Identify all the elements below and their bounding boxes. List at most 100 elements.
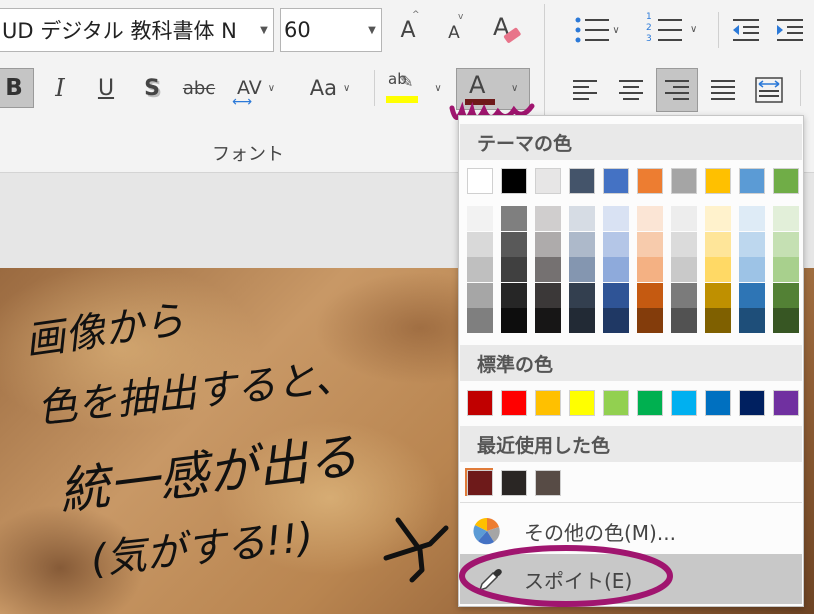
caret-down-icon: v — [458, 12, 464, 22]
theme-shade-swatch[interactable] — [501, 257, 527, 283]
standard-color-swatch[interactable] — [773, 390, 799, 416]
theme-shade-swatch[interactable] — [569, 231, 595, 257]
theme-shade-swatch[interactable] — [569, 257, 595, 283]
theme-color-swatch[interactable] — [739, 168, 765, 194]
theme-shade-swatch[interactable] — [773, 282, 799, 308]
theme-shade-swatch[interactable] — [637, 257, 663, 283]
italic-button[interactable]: I — [42, 68, 78, 108]
theme-shade-swatch[interactable] — [569, 308, 595, 334]
standard-color-swatch[interactable] — [467, 390, 493, 416]
theme-color-swatch[interactable] — [637, 168, 663, 194]
theme-shade-swatch[interactable] — [501, 308, 527, 334]
change-case-button[interactable]: Aa ∨ — [300, 68, 360, 108]
underline-label: U — [97, 75, 115, 101]
theme-shade-swatch[interactable] — [773, 231, 799, 257]
distributed-button[interactable] — [750, 70, 788, 110]
decrease-indent-button[interactable] — [728, 10, 764, 50]
font-size-combo[interactable]: 60 ▼ — [280, 8, 382, 52]
theme-shade-swatch[interactable] — [535, 308, 561, 334]
increase-indent-button[interactable] — [772, 10, 808, 50]
standard-color-swatch[interactable] — [637, 390, 663, 416]
standard-color-swatch[interactable] — [705, 390, 731, 416]
numbering-button[interactable]: 1 2 3 ∨ — [644, 10, 704, 50]
theme-shade-swatch[interactable] — [705, 206, 731, 231]
recent-color-swatch[interactable] — [535, 470, 561, 496]
standard-color-swatch[interactable] — [501, 390, 527, 416]
theme-shade-swatch[interactable] — [637, 206, 663, 231]
underline-button[interactable]: U — [88, 68, 124, 108]
theme-shade-swatch[interactable] — [705, 308, 731, 334]
theme-shade-swatch[interactable] — [637, 231, 663, 257]
theme-shade-swatch[interactable] — [535, 231, 561, 257]
theme-shade-swatch[interactable] — [671, 231, 697, 257]
theme-shade-swatch[interactable] — [501, 206, 527, 231]
theme-shade-swatch[interactable] — [467, 257, 493, 283]
chevron-down-icon[interactable]: ▼ — [255, 25, 273, 36]
recent-color-swatch[interactable] — [501, 470, 527, 496]
standard-color-swatch[interactable] — [603, 390, 629, 416]
chevron-down-icon[interactable]: ∨ — [430, 80, 446, 96]
recent-color-swatch[interactable] — [467, 470, 493, 496]
theme-shade-swatch[interactable] — [637, 282, 663, 308]
theme-shade-swatch[interactable] — [569, 282, 595, 308]
chevron-down-icon[interactable]: ▼ — [363, 25, 381, 36]
theme-color-swatch[interactable] — [773, 168, 799, 194]
theme-shade-swatch[interactable] — [671, 206, 697, 231]
theme-shade-swatch[interactable] — [739, 231, 765, 257]
theme-shade-swatch[interactable] — [603, 231, 629, 257]
clear-formatting-button[interactable]: A — [488, 8, 528, 50]
theme-shade-swatch[interactable] — [535, 282, 561, 308]
theme-shade-swatch[interactable] — [569, 206, 595, 231]
theme-shade-swatch[interactable] — [671, 282, 697, 308]
theme-shade-swatch[interactable] — [739, 282, 765, 308]
align-right-button[interactable] — [656, 68, 698, 112]
justify-button[interactable] — [704, 70, 742, 110]
theme-color-swatch[interactable] — [569, 168, 595, 194]
theme-shade-swatch[interactable] — [501, 282, 527, 308]
theme-shade-swatch[interactable] — [671, 257, 697, 283]
align-center-button[interactable] — [612, 70, 650, 110]
grow-font-button[interactable]: A ^ — [392, 10, 424, 50]
theme-color-swatch[interactable] — [501, 168, 527, 194]
text-shadow-button[interactable]: S — [134, 68, 170, 108]
bullets-button[interactable]: ∨ — [566, 10, 626, 50]
standard-color-swatch[interactable] — [739, 390, 765, 416]
theme-color-swatch[interactable] — [603, 168, 629, 194]
theme-color-swatch[interactable] — [535, 168, 561, 194]
highlight-color-button[interactable]: ab ✎ — [382, 66, 422, 110]
strikethrough-button[interactable]: abc — [178, 68, 220, 108]
standard-color-swatch[interactable] — [535, 390, 561, 416]
theme-color-swatch[interactable] — [705, 168, 731, 194]
theme-shade-swatch[interactable] — [603, 282, 629, 308]
standard-color-swatch[interactable] — [569, 390, 595, 416]
theme-color-swatch[interactable] — [467, 168, 493, 194]
theme-color-swatch[interactable] — [671, 168, 697, 194]
theme-shade-swatch[interactable] — [603, 308, 629, 334]
theme-shade-swatch[interactable] — [739, 206, 765, 231]
theme-shade-swatch[interactable] — [671, 308, 697, 334]
theme-shade-swatch[interactable] — [637, 308, 663, 334]
standard-color-swatch[interactable] — [671, 390, 697, 416]
theme-shade-swatch[interactable] — [467, 282, 493, 308]
character-spacing-button[interactable]: AV ⟷ ∨ — [228, 66, 284, 110]
align-left-button[interactable] — [566, 70, 604, 110]
shrink-font-button[interactable]: A v — [438, 10, 470, 50]
theme-shade-swatch[interactable] — [535, 206, 561, 231]
theme-shade-swatch[interactable] — [603, 206, 629, 231]
theme-shade-swatch[interactable] — [467, 308, 493, 334]
theme-shade-swatch[interactable] — [467, 231, 493, 257]
theme-shade-swatch[interactable] — [739, 308, 765, 334]
font-name-combo[interactable]: UD デジタル 教科書体 N ▼ — [0, 8, 274, 52]
theme-shade-swatch[interactable] — [773, 257, 799, 283]
bold-button[interactable]: B — [0, 68, 34, 108]
theme-shade-swatch[interactable] — [705, 231, 731, 257]
theme-shade-swatch[interactable] — [773, 206, 799, 231]
theme-shade-swatch[interactable] — [739, 257, 765, 283]
theme-shade-swatch[interactable] — [467, 206, 493, 231]
theme-shade-swatch[interactable] — [535, 257, 561, 283]
theme-shade-swatch[interactable] — [501, 231, 527, 257]
theme-shade-swatch[interactable] — [603, 257, 629, 283]
theme-shade-swatch[interactable] — [705, 282, 731, 308]
theme-shade-swatch[interactable] — [705, 257, 731, 283]
theme-shade-swatch[interactable] — [773, 308, 799, 334]
